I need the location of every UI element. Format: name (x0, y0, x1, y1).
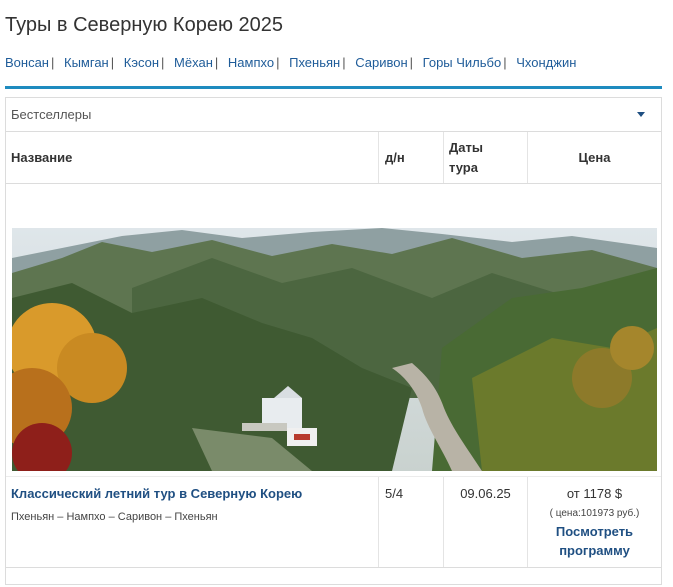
tour-date: 09.06.25 (444, 477, 528, 567)
column-header-dates-line1: Даты (449, 139, 483, 155)
caret-down-icon (637, 112, 645, 117)
city-link-kaesong[interactable]: Кэсон (124, 55, 159, 70)
column-header-name: Название (6, 132, 379, 183)
tour-price-cell: от 1178 $ ( цена:101973 руб.) Посмотреть… (528, 477, 661, 567)
city-link-nampho[interactable]: Нампхо (228, 55, 274, 70)
sort-dropdown[interactable]: Бестселлеры (6, 98, 661, 132)
column-header-dates-line2: тура (449, 159, 478, 175)
tour-price-rub: ( цена:101973 руб.) (549, 508, 640, 519)
city-link-chilbo[interactable]: Горы Чильбо (423, 55, 502, 70)
city-link-pyongyang[interactable]: Пхеньян (289, 55, 340, 70)
tour-row: Классический летний тур в Северную Корею… (6, 476, 661, 568)
tour-days-nights: 5/4 (379, 477, 444, 567)
city-link-sariwon[interactable]: Саривон (355, 55, 407, 70)
tours-panel: Бестселлеры Название д/н Даты тура Цена (5, 97, 662, 585)
tour-title-link[interactable]: Классический летний тур в Северную Корею (11, 486, 302, 501)
tour-route: Пхеньян – Нампхо – Саривон – Пхеньян (11, 511, 218, 523)
column-header-days-nights: д/н (379, 132, 444, 183)
column-header-price: Цена (578, 150, 611, 165)
nav-separator: | (342, 55, 346, 70)
city-link-kumgang[interactable]: Кымган (64, 55, 109, 70)
column-header-dates: Даты тура (444, 132, 528, 183)
accent-divider (5, 86, 662, 89)
city-link-chongjin[interactable]: Чхонджин (516, 55, 576, 70)
nav-separator: | (503, 55, 507, 70)
city-link-myohyang[interactable]: Мёхан (174, 55, 213, 70)
tour-name-cell: Классический летний тур в Северную Корею… (6, 477, 379, 567)
nav-separator: | (110, 55, 115, 70)
page-title: Туры в Северную Корею 2025 (5, 14, 283, 36)
view-program-line1: Посмотреть (555, 524, 634, 539)
table-header: Название д/н Даты тура Цена (6, 132, 661, 184)
mountain-landscape-image (12, 228, 657, 471)
nav-separator: | (214, 55, 219, 70)
nav-separator: | (161, 55, 165, 70)
city-nav: Вонсан | Кымган | Кэсон | Мёхан | Нампхо | Пх… (5, 55, 576, 70)
city-link-wonsan[interactable]: Вонсан (5, 55, 49, 70)
sort-selected-value: Бестселлеры (11, 107, 92, 122)
nav-separator: | (276, 55, 280, 70)
nav-separator: | (409, 55, 414, 70)
nav-separator: | (51, 55, 55, 70)
tour-photo[interactable] (12, 228, 657, 471)
view-program-line2: программу (559, 543, 630, 558)
tour-price-usd: от 1178 $ (566, 486, 623, 501)
view-program-link[interactable]: Посмотреть программу (528, 522, 661, 560)
